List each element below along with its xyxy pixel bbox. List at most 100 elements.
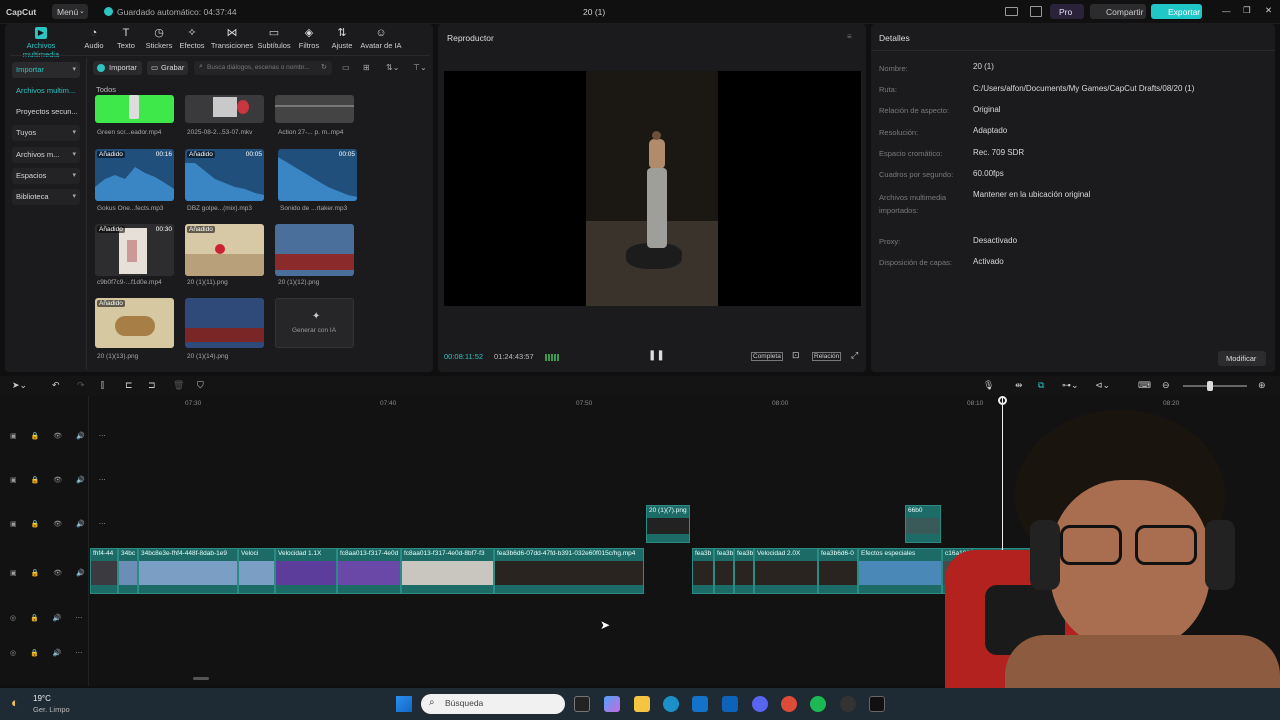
video-clip[interactable]: fea3b (714, 548, 734, 594)
video-clip[interactable]: Veloci (238, 548, 275, 594)
media-thumb[interactable]: Añadido 00:30 (95, 224, 174, 276)
media-thumb[interactable] (95, 95, 174, 123)
zoom-slider-handle[interactable] (1207, 381, 1213, 391)
sort-icon[interactable]: ⇅⌄ (386, 63, 399, 72)
tab-transitions[interactable]: ⋈ Transiciones (210, 27, 254, 50)
video-clip[interactable]: fea3b6d6-0 (818, 548, 858, 594)
zoom-in-icon[interactable]: ⊕ (1258, 380, 1266, 391)
snapshot-icon[interactable]: ⊡ (792, 350, 800, 361)
sidebar-item-yours[interactable]: Tuyos ▾ (12, 125, 80, 141)
export-button[interactable]: Exportar (1151, 4, 1202, 19)
chain-icon[interactable]: ⊶⌄ (1062, 380, 1079, 391)
windows-start-icon[interactable] (396, 696, 412, 712)
split-icon[interactable]: ⫿ (101, 380, 104, 391)
preview-axis-icon[interactable]: ⊲⌄ (1095, 380, 1110, 391)
share-button[interactable]: Compartir (1090, 4, 1146, 19)
snap-icon[interactable]: ⧉ (1038, 380, 1044, 391)
track-controls[interactable]: ◎ 🔒 🔊 ⋯ (10, 614, 88, 622)
pro-button[interactable]: Pro (1050, 4, 1084, 19)
audio-thumb[interactable]: Añadido 00:05 (185, 149, 264, 201)
tab-effects[interactable]: ✧ Efectos (172, 27, 212, 50)
filter-icon[interactable]: ⊤⌄ (413, 63, 427, 72)
taskbar-search[interactable]: ⌕ Búsqueda (421, 694, 565, 714)
tab-ai-avatar[interactable]: ☺ Avatar de IA (358, 27, 404, 50)
select-tool-icon[interactable]: ➤⌄ (12, 380, 27, 391)
track-controls[interactable]: ▣ 🔒 👁 🔊 ⋯ (10, 476, 112, 484)
copilot-icon[interactable] (604, 696, 620, 712)
video-clip[interactable]: fea3b (734, 548, 754, 594)
shortcut-icon[interactable] (1030, 6, 1042, 17)
file-explorer-icon[interactable] (634, 696, 650, 712)
sidebar-item-media[interactable]: Archivos multim... (12, 83, 80, 99)
tab-subtitles[interactable]: ▭ Subtítulos (254, 27, 294, 50)
zoom-slider[interactable] (1183, 385, 1247, 387)
zoom-out-icon[interactable]: ⊖ (1162, 380, 1170, 391)
link-icon[interactable]: ⇹ (1015, 380, 1023, 391)
overlay-clip[interactable]: 20 (1)(7).png (646, 505, 690, 543)
overlay-clip[interactable]: 66b0 (905, 505, 941, 543)
maximize-icon[interactable]: ❐ (1243, 5, 1251, 16)
refresh-icon[interactable]: ↻ (321, 63, 327, 71)
timeline-scrollbar[interactable] (193, 677, 209, 680)
delete-icon[interactable]: 🗑 (173, 380, 184, 391)
pause-icon[interactable]: ❚❚ (648, 350, 665, 361)
video-clip[interactable]: fc8aa013-f317-4e0d (337, 548, 401, 594)
marker-icon[interactable]: ⛉ (197, 380, 204, 391)
complete-button[interactable]: Completa (751, 352, 783, 361)
video-clip[interactable]: fc8aa013-f317-4e0d-8bf7-f3 (401, 548, 494, 594)
timeline-preview-icon[interactable] (545, 354, 559, 361)
media-thumb[interactable]: Añadido (185, 224, 264, 276)
search-input[interactable]: ⌕ Busca diálogos, escenas o nombr... ↻ (194, 61, 332, 75)
grid-view-icon[interactable]: ⊞ (363, 63, 370, 72)
video-clip[interactable]: 34bc8e3e-fhf4-448f-8dab-1e9 (138, 548, 238, 594)
edge-icon[interactable] (663, 696, 679, 712)
ratio-button[interactable]: Relación (812, 352, 842, 361)
track-controls[interactable]: ◎ 🔒 🔊 ⋯ (10, 649, 88, 657)
capcut-taskbar-icon[interactable] (869, 696, 885, 712)
folder-icon[interactable]: ▭ (342, 63, 350, 72)
redo-icon[interactable]: ↷ (77, 380, 85, 391)
sidebar-item-library[interactable]: Biblioteca ▾ (12, 189, 80, 205)
menu-icon[interactable]: ≡ (847, 32, 852, 41)
audio-thumb[interactable]: 00:05 (278, 149, 357, 201)
tab-adjust[interactable]: ⇅ Ajuste (322, 27, 362, 50)
minimize-icon[interactable]: — (1222, 6, 1231, 16)
undo-icon[interactable]: ↶ (52, 380, 60, 391)
task-view-icon[interactable] (574, 696, 590, 712)
sidebar-import[interactable]: Importar ▾ (12, 62, 80, 78)
trim-right-icon[interactable]: ⊐ (148, 380, 156, 391)
modify-button[interactable]: Modificar (1218, 351, 1266, 366)
media-thumb[interactable] (275, 95, 354, 123)
sidebar-item-spaces[interactable]: Espacios ▾ (12, 168, 80, 184)
media-thumb[interactable] (185, 95, 264, 123)
media-thumb[interactable]: Añadido (95, 298, 174, 348)
audio-thumb[interactable]: Añadido 00:16 (95, 149, 174, 201)
generate-ai-button[interactable]: ✦ Generar con IA (275, 298, 354, 348)
obs-icon[interactable] (840, 696, 856, 712)
video-clip[interactable]: fea3b6d6-07dd-47fd-b391-032e60f015c/hg.m… (494, 548, 644, 594)
menu-button[interactable]: Menú ⌄ (52, 4, 88, 19)
video-clip[interactable]: Efectos especiales (858, 548, 942, 594)
spotify-icon[interactable] (810, 696, 826, 712)
video-clip[interactable]: fhf4-44 (90, 548, 118, 594)
playhead-handle[interactable] (998, 396, 1007, 405)
track-controls[interactable]: ▣ 🔒 👁 🔊 ⋯ (10, 520, 112, 528)
caption-icon[interactable]: ⌨ (1138, 380, 1151, 391)
video-clip[interactable]: fea3b (692, 548, 714, 594)
trim-left-icon[interactable]: ⊏ (125, 380, 133, 391)
discord-icon[interactable] (752, 696, 768, 712)
media-thumb[interactable] (275, 224, 354, 276)
fullscreen-icon[interactable]: ⤢ (851, 350, 858, 361)
video-preview[interactable] (444, 71, 861, 306)
layout-icon[interactable] (1005, 7, 1018, 16)
track-controls[interactable]: ▣ 🔒 👁 🔊 ⋯ (10, 432, 112, 440)
media-thumb[interactable] (185, 298, 264, 348)
import-button[interactable]: Importar (93, 61, 142, 75)
chrome-icon[interactable] (781, 696, 797, 712)
video-clip[interactable]: Velocidad 2.0X (754, 548, 818, 594)
sidebar-item-media-archive[interactable]: Archivos m... ▾ (12, 147, 80, 163)
close-icon[interactable]: ✕ (1265, 5, 1272, 16)
outlook-icon[interactable] (722, 696, 738, 712)
record-button[interactable]: ▭ Grabar (147, 61, 188, 75)
microphone-icon[interactable]: 🎙 (983, 380, 994, 391)
